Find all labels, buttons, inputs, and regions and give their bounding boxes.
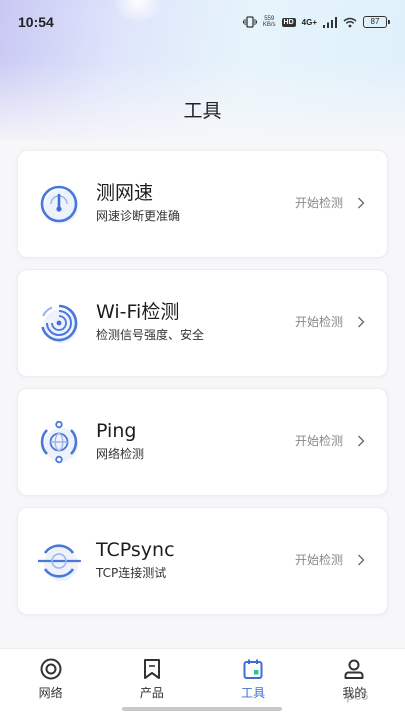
tab-network[interactable]: 网络 — [0, 649, 101, 720]
tool-card-title: Wi-Fi检测 — [96, 301, 180, 323]
hd-badge: HD — [281, 17, 296, 27]
tool-card-title: 测网速 — [96, 182, 154, 204]
tool-card-text: Wi-Fi检测 检测信号强度、安全 — [96, 300, 204, 343]
chevron-right-icon — [358, 554, 365, 565]
vibrate-icon — [242, 16, 257, 28]
wifi-radar-icon — [41, 304, 78, 343]
watermark-logo: pc6 — [346, 688, 369, 703]
tool-card-title: Ping — [96, 420, 137, 442]
wifi-status-icon — [343, 17, 357, 27]
signal-4g-label: 4G+ — [301, 17, 317, 27]
tab-label: 工具 — [241, 686, 266, 700]
tool-card-subtitle: 检测信号强度、安全 — [96, 328, 205, 342]
tab-label: 网络 — [38, 686, 63, 700]
start-test-label: 开始检测 — [294, 196, 343, 210]
start-test-button[interactable]: 开始检测 — [295, 194, 365, 211]
status-bar: 10:54 559 KB/s HD 4G+ 87 — [0, 0, 405, 44]
status-time: 10:54 — [18, 14, 54, 30]
tab-label: 产品 — [139, 686, 164, 700]
tool-card-speed-test[interactable]: 测网速 网速诊断更准确 开始检测 — [17, 150, 388, 258]
tool-card-tcpsync[interactable]: TCPsync TCP连接测试 开始检测 — [17, 507, 388, 615]
start-test-label: 开始检测 — [294, 553, 343, 567]
page-title: 工具 — [183, 100, 222, 122]
tool-card-subtitle: TCP连接测试 — [96, 566, 167, 580]
battery-indicator: 87 — [363, 16, 390, 28]
start-test-button[interactable]: 开始检测 — [295, 313, 365, 330]
tool-card-ping[interactable]: Ping 网络检测 开始检测 — [17, 388, 388, 496]
globe-icon — [40, 421, 78, 464]
speedometer-icon — [40, 185, 78, 224]
calendar-tool-icon — [243, 659, 263, 679]
tool-card-text: 测网速 网速诊断更准确 — [96, 181, 180, 224]
tool-card-subtitle: 网速诊断更准确 — [96, 209, 181, 223]
chevron-right-icon — [358, 316, 365, 327]
net-speed: 559 KB/s — [262, 16, 276, 28]
chevron-right-icon — [358, 435, 365, 446]
bookmark-icon — [143, 659, 160, 679]
start-test-label: 开始检测 — [294, 434, 343, 448]
tool-card-text: Ping 网络检测 — [96, 419, 144, 462]
tcp-icon — [38, 544, 82, 581]
tool-card-wifi-test[interactable]: Wi-Fi检测 检测信号强度、安全 开始检测 — [17, 269, 388, 377]
tool-card-text: TCPsync TCP连接测试 — [96, 538, 175, 581]
network-target-icon — [40, 658, 62, 680]
tool-card-subtitle: 网络检测 — [96, 447, 145, 461]
start-test-button[interactable]: 开始检测 — [295, 432, 365, 449]
chevron-right-icon — [358, 197, 365, 208]
tool-card-title: TCPsync — [96, 539, 175, 561]
start-test-label: 开始检测 — [294, 315, 343, 329]
start-test-button[interactable]: 开始检测 — [295, 551, 365, 568]
home-indicator[interactable] — [122, 707, 282, 711]
signal-bars-icon — [323, 16, 337, 28]
user-icon — [344, 659, 364, 679]
status-icons: 559 KB/s HD 4G+ 87 — [242, 16, 390, 28]
